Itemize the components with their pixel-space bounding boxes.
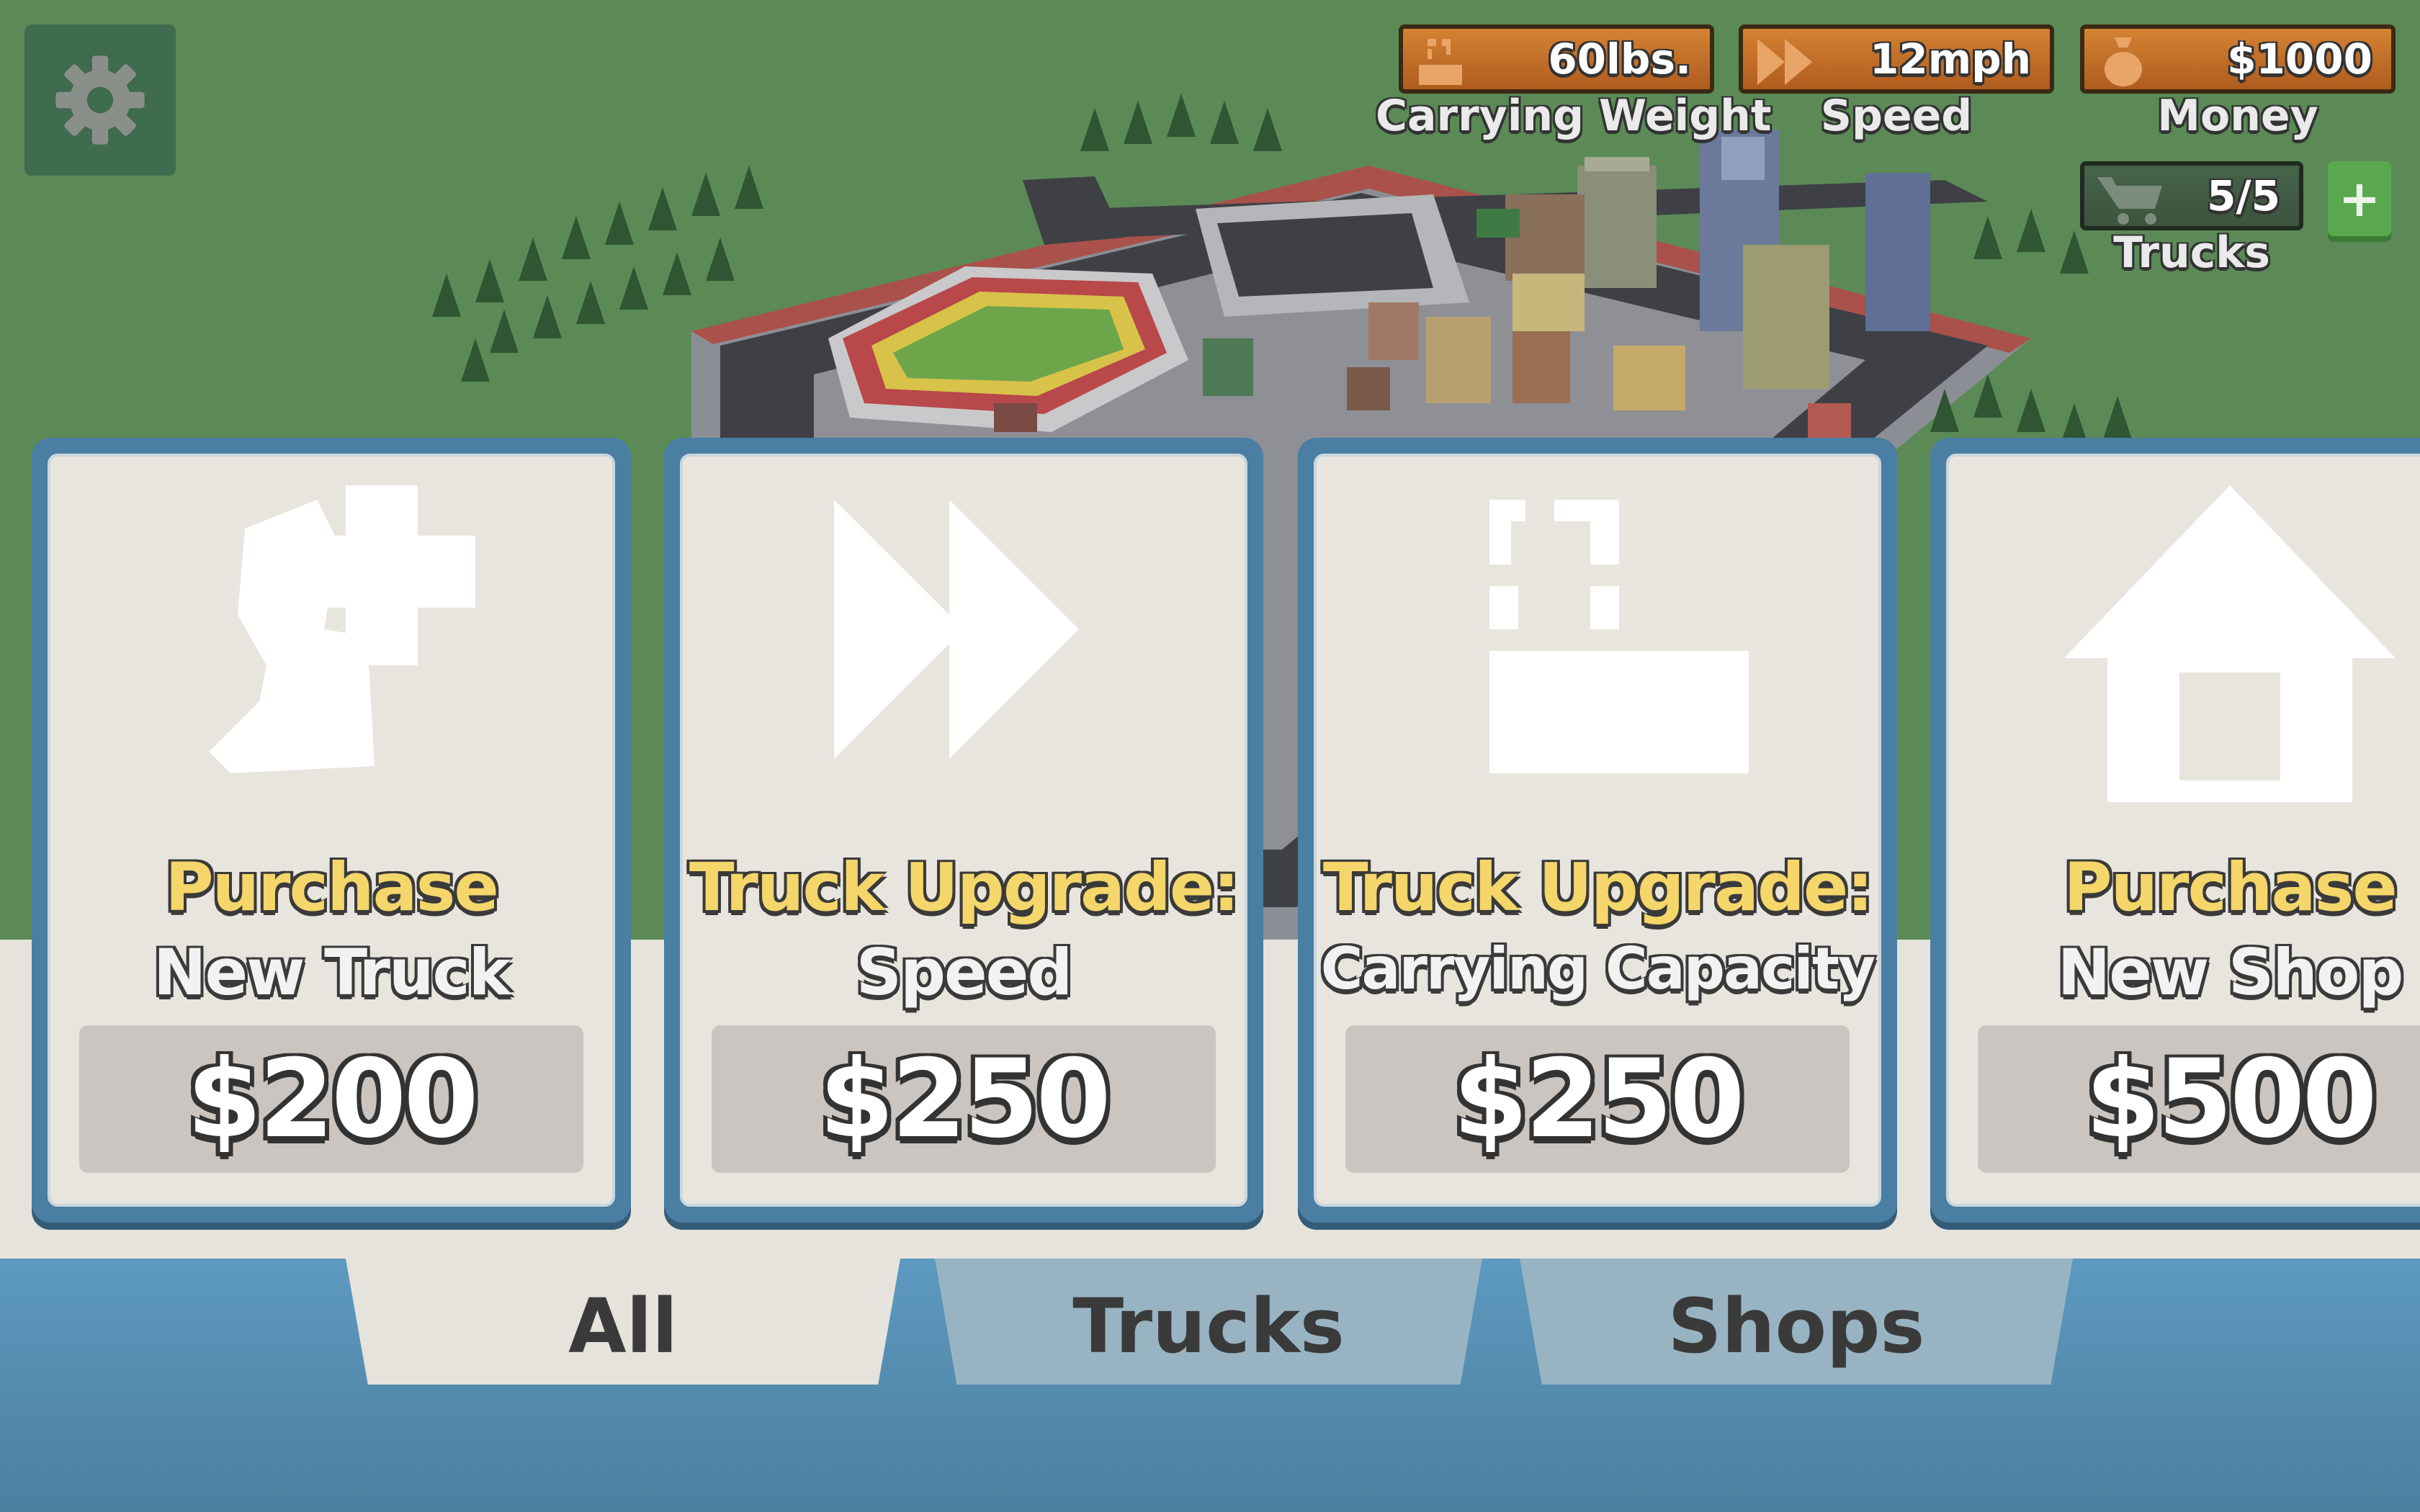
purchase-shop-card[interactable]: Purchase New Shop $500 [1930,438,2420,1223]
carrying-weight-stat: 60lbs. [1399,24,1714,94]
trucks-stat: 5/5 [2080,161,2303,230]
price-button[interactable]: $500 [1978,1025,2420,1173]
capacity-upgrade-card[interactable]: Truck Upgrade: Carrying Capacity $250 [1298,438,1897,1223]
card-body: Purchase New Truck $200 [48,454,615,1207]
price-label: $250 [1453,1036,1744,1162]
card-title: Truck Upgrade: [689,849,1240,926]
carrying-weight-value: 60lbs. [1548,35,1691,84]
money-stat: $1000 [2080,24,2396,94]
price-button[interactable]: $200 [79,1025,583,1173]
trucks-label: Trucks [2113,228,2270,278]
money-value: $1000 [2227,35,2372,84]
speed-label: Speed [1820,91,1973,141]
price-button[interactable]: $250 [1345,1025,1850,1173]
price-button[interactable]: $250 [712,1025,1216,1173]
speed-upgrade-card[interactable]: Truck Upgrade: Speed $250 [664,438,1263,1223]
speed-value: 12mph [1870,35,2031,84]
card-subtitle: Carrying Capacity [1320,935,1876,1002]
card-body: Purchase New Shop $500 [1946,454,2420,1207]
card-subtitle: New Shop [2057,935,2404,1009]
purchase-truck-card[interactable]: Purchase New Truck $200 [32,438,631,1223]
card-body: Truck Upgrade: Speed $250 [680,454,1247,1207]
money-label: Money [2157,91,2318,141]
tab-label: All [568,1282,678,1370]
price-label: $250 [819,1036,1111,1162]
price-label: $200 [187,1036,478,1162]
plus-icon: + [2338,169,2381,228]
speed-stat: 12mph [1739,24,2054,94]
fast-forward-icon [834,500,1079,759]
tab-label: Shops [1667,1282,1925,1370]
card-subtitle: Speed [856,935,1073,1009]
tab-trucks[interactable]: Trucks [935,1259,1482,1385]
price-label: $500 [2085,1036,2377,1162]
trucks-value: 5/5 [2207,171,2280,220]
card-body: Truck Upgrade: Carrying Capacity $250 [1314,454,1881,1207]
cargo-box-icon [1489,500,1749,773]
house-icon [2064,485,2396,802]
shopping-cart-icon [2097,177,2162,225]
money-bag-icon [2105,37,2142,86]
add-truck-button[interactable]: + [2328,161,2391,236]
settings-button[interactable] [24,24,176,176]
tab-label: Trucks [1072,1282,1345,1370]
card-title: Purchase [165,849,499,926]
tab-all[interactable]: All [346,1259,900,1385]
cargo-box-icon [1419,39,1462,85]
card-title: Purchase [2063,849,2398,926]
card-subtitle: New Truck [153,935,511,1009]
carrying-weight-label: Carrying Weight [1376,91,1772,141]
tab-shops[interactable]: Shops [1520,1259,2073,1385]
add-truck-icon [209,485,475,773]
fast-forward-icon [1757,39,1812,85]
gear-icon [55,55,145,145]
card-title: Truck Upgrade: [1322,849,1873,926]
